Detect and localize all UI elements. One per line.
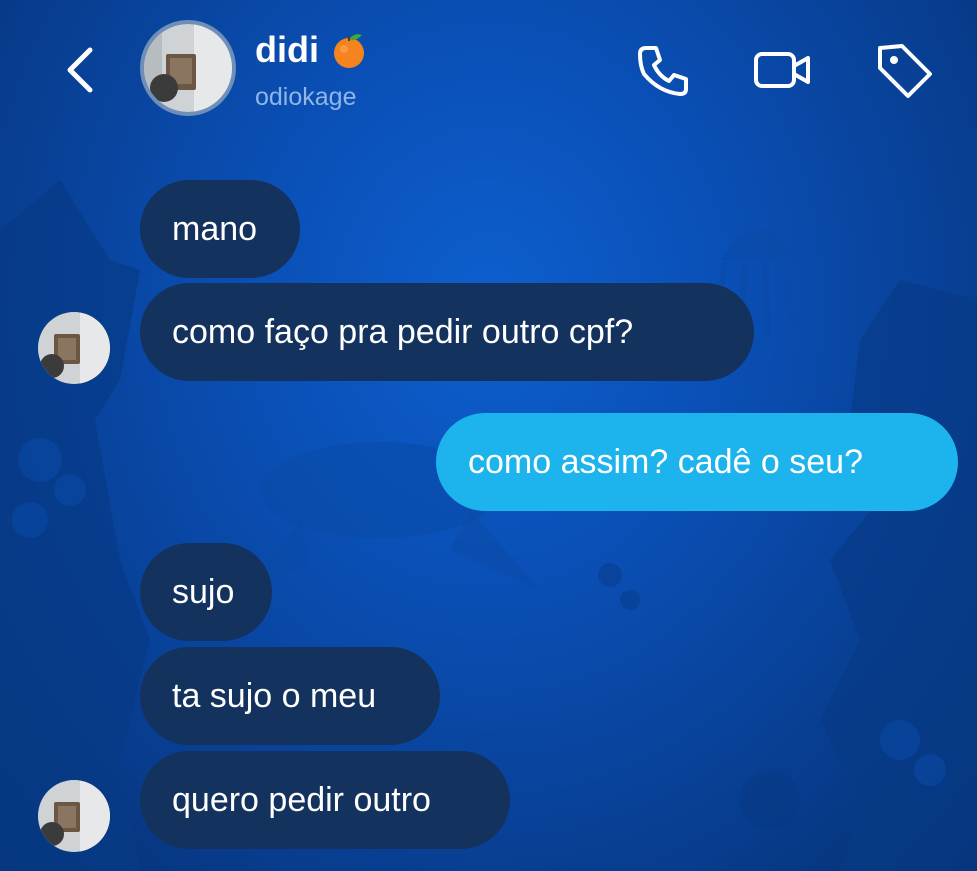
back-chevron-icon[interactable] bbox=[60, 44, 100, 96]
contact-avatar[interactable] bbox=[140, 20, 236, 116]
chat-header: didi odiokage bbox=[0, 0, 977, 140]
message-text: sujo bbox=[172, 572, 235, 611]
message-bubble-incoming[interactable]: ta sujo o meu bbox=[140, 647, 440, 745]
message-text: mano bbox=[172, 209, 258, 248]
message-bubble-incoming[interactable]: sujo bbox=[140, 543, 272, 641]
sender-avatar[interactable] bbox=[38, 312, 110, 384]
tag-icon[interactable] bbox=[872, 38, 936, 102]
phone-icon[interactable] bbox=[632, 38, 696, 102]
message-bubble-incoming[interactable]: como faço pra pedir outro cpf? bbox=[140, 283, 754, 381]
sender-avatar[interactable] bbox=[38, 780, 110, 852]
message-bubble-outgoing[interactable]: como assim? cadê o seu? bbox=[436, 413, 958, 511]
message-bubble-incoming[interactable]: quero pedir outro bbox=[140, 751, 510, 849]
tangerine-icon bbox=[333, 34, 364, 68]
contact-username: odiokage bbox=[255, 83, 357, 111]
message-text: ta sujo o meu bbox=[172, 676, 377, 715]
message-text: como assim? cadê o seu? bbox=[468, 442, 863, 481]
contact-name: didi bbox=[255, 29, 319, 70]
video-camera-icon[interactable] bbox=[750, 38, 814, 102]
message-text: como faço pra pedir outro cpf? bbox=[172, 312, 634, 351]
contact-name-row[interactable]: didi bbox=[255, 30, 369, 70]
message-bubble-incoming[interactable]: mano bbox=[140, 180, 300, 278]
message-text: quero pedir outro bbox=[172, 780, 431, 819]
